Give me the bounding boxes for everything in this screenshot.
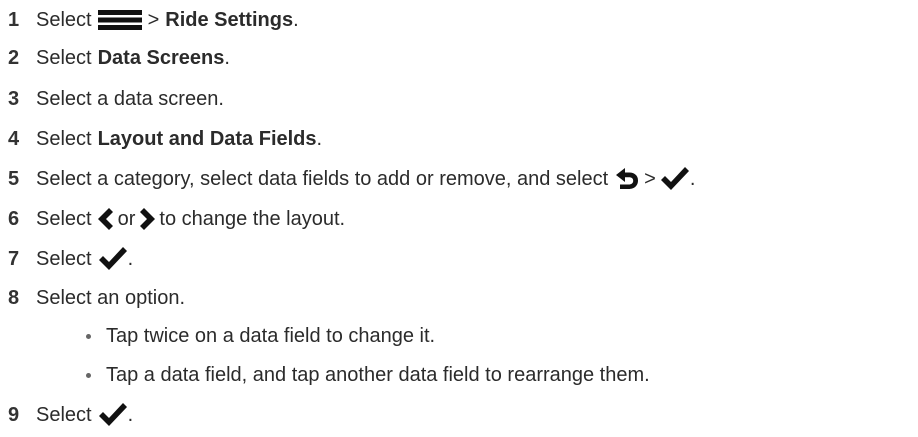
step-9: 9 Select . (8, 400, 133, 430)
separator: > (147, 9, 160, 31)
option-bullet-1: Tap twice on a data field to change it. (86, 321, 435, 351)
step-number: 4 (8, 128, 20, 150)
menu-icon (97, 9, 142, 31)
step-text: Select (36, 128, 92, 150)
period: . (224, 47, 230, 69)
bullet-text: Tap a data field, and tap another data f… (106, 363, 650, 386)
period: . (293, 9, 299, 31)
option-bullet-2: Tap a data field, and tap another data f… (86, 360, 650, 390)
bullet-text: Tap twice on a data field to change it. (106, 324, 436, 347)
bullet-icon (86, 333, 91, 339)
period: . (127, 248, 134, 270)
step-5: 5 Select a category, select data fields … (8, 164, 695, 194)
step-number: 2 (8, 47, 20, 69)
step-number: 3 (8, 88, 20, 110)
step-2: 2 Select Data Screens . (8, 43, 230, 73)
step-text: Select (36, 248, 92, 270)
period: . (689, 168, 696, 190)
menu-option-data-screens: Data Screens (97, 47, 225, 69)
step-number: 9 (8, 404, 20, 426)
bullet-icon (86, 372, 91, 378)
step-text: Select a category, select data fields to… (36, 168, 609, 190)
menu-option-ride-settings: Ride Settings (165, 9, 294, 31)
step-7: 7 Select . (8, 244, 133, 274)
menu-option-layout-and-data-fields: Layout and Data Fields (97, 128, 317, 150)
separator: > (644, 168, 656, 190)
checkmark-icon (98, 403, 128, 427)
step-number: 5 (8, 168, 20, 190)
checkmark-icon (660, 167, 690, 191)
instructions-document: 1 Select > Ride Settings . 2 Select Data… (0, 0, 918, 437)
back-arrow-icon (614, 168, 640, 190)
step-number: 6 (8, 208, 20, 230)
step-number: 8 (8, 287, 20, 309)
step-text: Select an option. (36, 287, 185, 309)
step-6: 6 Select or to change the layout. (8, 204, 345, 234)
step-text: Select (36, 208, 92, 230)
chevron-left-icon (97, 208, 114, 230)
step-number: 1 (8, 9, 20, 31)
chevron-right-icon (139, 208, 156, 230)
step-text: Select (36, 47, 92, 69)
step-text: Select (36, 9, 92, 31)
step-number: 7 (8, 248, 20, 270)
conjunction: or (117, 208, 136, 230)
period: . (316, 128, 323, 150)
step-8: 8 Select an option. (8, 283, 185, 313)
checkmark-icon (98, 247, 128, 271)
step-text: Select a data screen. (36, 88, 224, 110)
step-text-suffix: to change the layout. (159, 208, 346, 230)
step-4: 4 Select Layout and Data Fields . (8, 124, 322, 154)
step-text: Select (36, 404, 92, 426)
step-1: 1 Select > Ride Settings . (8, 5, 299, 35)
period: . (127, 404, 134, 426)
step-3: 3 Select a data screen. (8, 84, 224, 114)
